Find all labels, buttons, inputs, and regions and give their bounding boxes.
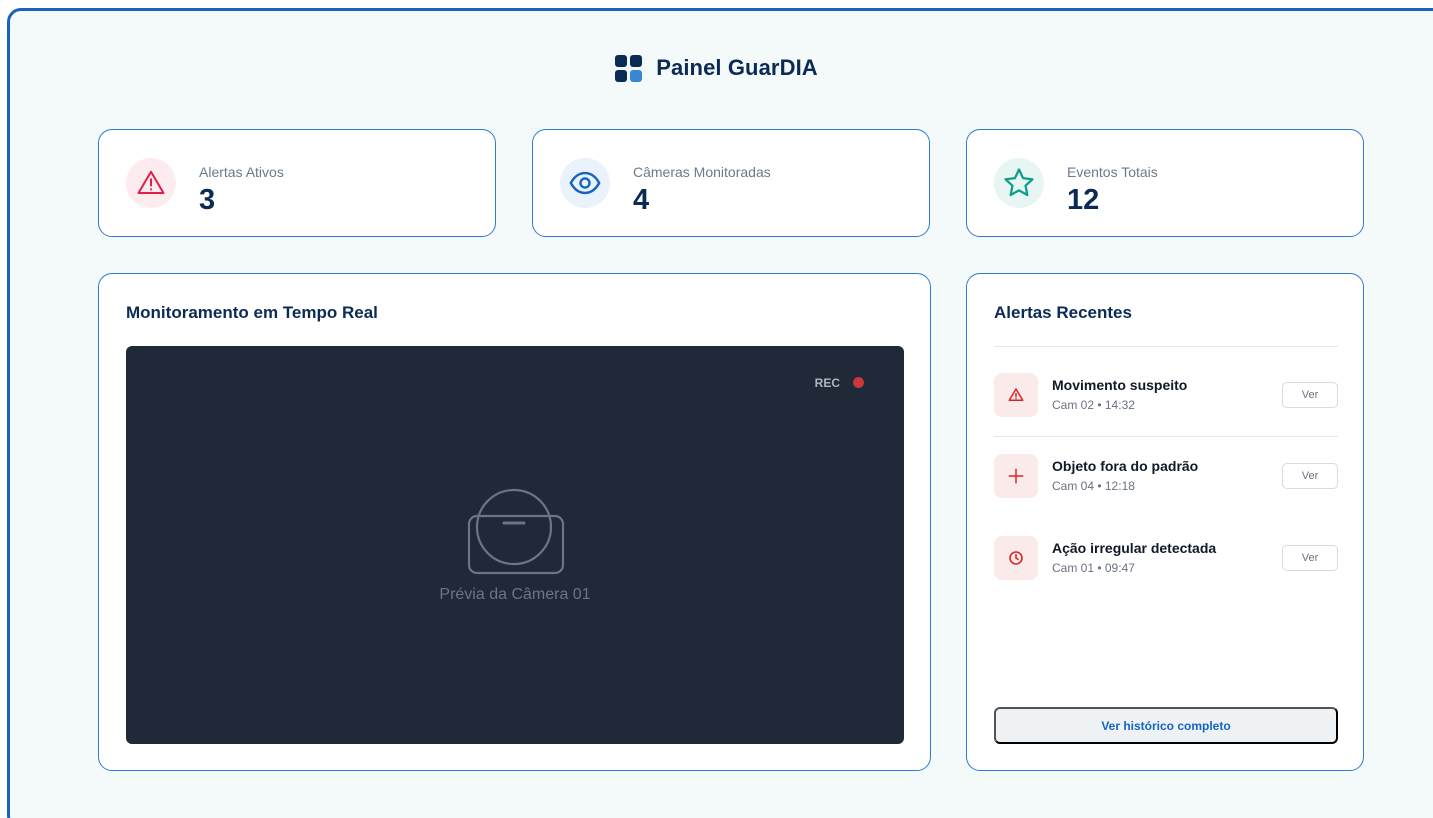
preview-label: Prévia da Câmera 01: [439, 586, 591, 603]
grid-logo-icon: [615, 54, 643, 82]
camera-preview[interactable]: REC Prévia da Câmera 01: [126, 346, 904, 744]
alert-item[interactable]: Ação irregular detectada Cam 01 • 09:47 …: [994, 536, 1338, 580]
page-title: Painel GuarDIA: [656, 55, 818, 80]
eye-icon: [560, 158, 610, 208]
stat-label: Câmeras Monitoradas: [633, 164, 771, 180]
stat-card-monitored-cameras: Câmeras Monitoradas 4: [532, 129, 930, 237]
camera-icon: [467, 488, 565, 575]
alert-title: Objeto fora do padrão: [1052, 458, 1199, 474]
alert-meta: Cam 02 • 14:32: [1052, 398, 1135, 412]
stat-value: 3: [199, 184, 216, 216]
alert-item[interactable]: Objeto fora do padrão Cam 04 • 12:18 Ver: [994, 454, 1338, 498]
warning-triangle-icon: [994, 373, 1038, 417]
section-title: Monitoramento em Tempo Real: [126, 303, 378, 322]
view-alert-button[interactable]: Ver: [1282, 382, 1338, 408]
section-title: Alertas Recentes: [994, 303, 1132, 322]
live-monitoring-panel: Monitoramento em Tempo Real REC Prévia d…: [98, 273, 931, 771]
header: Painel GuarDIA: [0, 52, 1433, 84]
divider: [994, 346, 1338, 347]
alert-title: Ação irregular detectada: [1052, 540, 1217, 556]
stat-label: Alertas Ativos: [199, 164, 284, 180]
plus-icon: [994, 454, 1038, 498]
rec-label: REC: [814, 376, 840, 390]
alert-title: Movimento suspeito: [1052, 377, 1188, 393]
clock-icon: [994, 536, 1038, 580]
view-alert-button[interactable]: Ver: [1282, 545, 1338, 571]
view-alert-button[interactable]: Ver: [1282, 463, 1338, 489]
alert-meta: Cam 04 • 12:18: [1052, 479, 1135, 493]
stat-label: Eventos Totais: [1067, 164, 1158, 180]
star-icon: [994, 158, 1044, 208]
alert-item[interactable]: Movimento suspeito Cam 02 • 14:32 Ver: [994, 373, 1338, 417]
warning-triangle-icon: [126, 158, 176, 208]
recording-indicator: [853, 377, 864, 388]
stat-card-active-alerts: Alertas Ativos 3: [98, 129, 496, 237]
alert-meta: Cam 01 • 09:47: [1052, 561, 1135, 575]
stat-value: 12: [1067, 184, 1100, 216]
divider: [994, 436, 1338, 437]
recent-alerts-panel: Alertas Recentes Movimento suspeito Cam …: [966, 273, 1364, 771]
stat-value: 4: [633, 184, 650, 216]
stat-card-total-events: Eventos Totais 12: [966, 129, 1364, 237]
view-full-history-button[interactable]: Ver histórico completo: [994, 707, 1338, 744]
